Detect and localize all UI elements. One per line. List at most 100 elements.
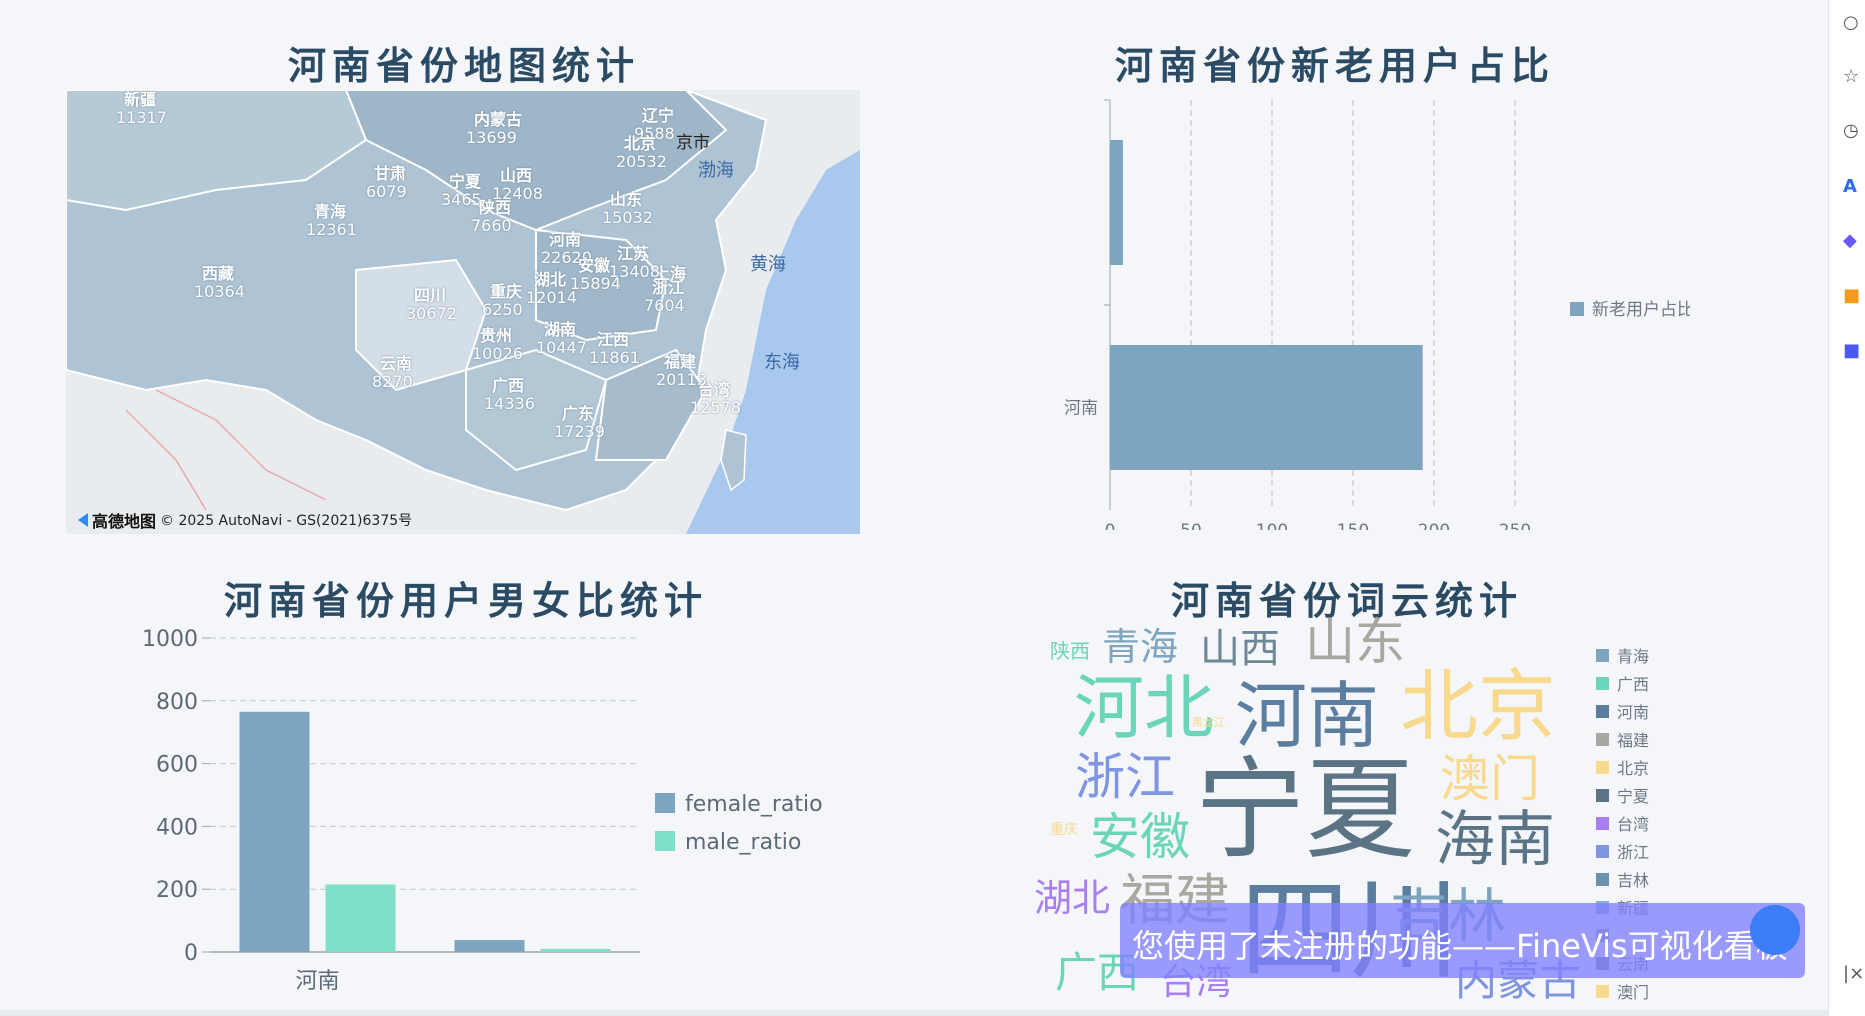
word-cloud-word: 海南 (1435, 805, 1555, 875)
map-province-label: 内蒙古 (474, 110, 523, 129)
legend-swatch (1596, 676, 1609, 690)
word-cloud-word: 青海 (1102, 625, 1179, 669)
bar (325, 884, 396, 952)
collapse-icon[interactable]: |× (1843, 963, 1865, 985)
x-tick-label: 50 (1180, 521, 1202, 530)
legend-item[interactable]: 广西 (1596, 673, 1650, 694)
legend-swatch (655, 793, 675, 813)
sea-label-donghai: 东海 (764, 352, 800, 373)
map-province-label: 江苏 (617, 244, 650, 263)
map-province-value: 12408 (492, 184, 543, 203)
bar (1110, 345, 1423, 470)
map-province-value: 12578 (690, 398, 741, 417)
browser-side-toolbar: ○ ☆ ◷ A ◆ ■ ■ |× (1828, 0, 1865, 1016)
map-province-value: 15032 (602, 208, 653, 227)
word-cloud-word: 山东 (1305, 613, 1405, 671)
legend-item[interactable]: 吉林 (1596, 869, 1649, 890)
word-cloud-word: 安徽 (1090, 808, 1190, 866)
legend-label: 广西 (1617, 675, 1650, 694)
x-tick-label: 0 (1105, 521, 1116, 530)
x-tick-label: 河南 (295, 969, 339, 994)
search-icon[interactable]: ○ (1843, 12, 1865, 34)
word-cloud-word: 陕西 (1050, 639, 1090, 663)
word-cloud-word: 山西 (1200, 626, 1280, 672)
legend-label: 澳门 (1617, 983, 1650, 1002)
x-tick-label: 100 (1256, 521, 1288, 530)
map-province-label: 安徽 (578, 256, 611, 275)
history-icon[interactable]: ◷ (1843, 120, 1865, 142)
legend-label: 北京 (1617, 759, 1650, 778)
legend-item[interactable]: 宁夏 (1596, 785, 1650, 806)
legend-swatch (1570, 302, 1584, 316)
legend-item[interactable]: 台湾 (1596, 813, 1650, 834)
legend-item[interactable]: 福建 (1596, 729, 1649, 750)
banner-text: 您使用了未注册的功能——FineVis可视化看板 (1132, 927, 1788, 965)
sea-label-bohai: 渤海 (698, 160, 734, 181)
legend-label: 宁夏 (1617, 787, 1650, 806)
amap-logo-text: 高德地图 (92, 512, 157, 531)
map-province-value: 3465 (441, 190, 482, 209)
word-cloud-word: 宁夏 (1195, 746, 1415, 874)
map-province-label: 重庆 (490, 282, 523, 301)
word-cloud-word: 河北 (1074, 667, 1214, 749)
legend-label: 河南 (1617, 703, 1650, 722)
horizontal-scrollbar[interactable] (0, 1010, 1828, 1016)
bar (239, 711, 310, 952)
legend-swatch (1596, 844, 1609, 858)
bar (540, 948, 611, 952)
legend-label: 浙江 (1617, 843, 1650, 862)
map-province-value: 14336 (484, 394, 535, 413)
map-province-label: 辽宁 (642, 106, 675, 125)
legend-item[interactable]: 浙江 (1596, 841, 1650, 862)
map-province-label: 福建 (664, 352, 697, 371)
map-province-label: 青海 (314, 202, 347, 221)
legend-label: 青海 (1617, 647, 1650, 666)
map-province-label: 四川 (414, 286, 447, 305)
province-map[interactable]: 新疆 11317 内蒙古 13699 辽宁 9588 北京 20532 甘肃 6079 宁夏 3465… (66, 90, 860, 534)
bar (1110, 140, 1123, 265)
unregistered-feature-banner[interactable]: 您使用了未注册的功能——FineVis可视化看板 (1120, 903, 1805, 978)
word-cloud-word: 北京 (1400, 662, 1557, 752)
y-tick-label: 400 (156, 815, 198, 840)
map-province-value: 6250 (482, 300, 523, 319)
banner-badge-icon[interactable] (1750, 905, 1800, 955)
game-icon[interactable]: ◆ (1843, 230, 1865, 252)
ai-icon[interactable]: A (1843, 176, 1865, 198)
map-province-value: 11317 (116, 108, 167, 127)
map-province-value: 15894 (570, 274, 621, 293)
x-tick-label: 200 (1418, 521, 1450, 530)
legend-item[interactable]: 澳门 (1596, 981, 1650, 1002)
map-province-label: 广东 (562, 404, 595, 423)
map-province-label: 湖北 (534, 270, 567, 289)
map-province-label: 上海 (654, 264, 687, 283)
y-tick-label: 1000 (142, 627, 198, 652)
new-old-title: 河南省份新老用户占比 (1115, 44, 1556, 88)
star-icon[interactable]: ☆ (1843, 66, 1865, 88)
y-tick-label: 河南 (1064, 399, 1098, 419)
map-province-label: 北京 (624, 134, 657, 153)
y-tick-label: 0 (184, 941, 198, 966)
legend-swatch (1596, 984, 1609, 998)
word-cloud-word: 重庆 (1050, 822, 1078, 838)
map-province-value: 12014 (526, 288, 577, 307)
legend-item[interactable]: 青海 (1596, 645, 1650, 666)
map-province-label: 西藏 (202, 264, 235, 283)
map-province-label: 甘肃 (374, 164, 407, 183)
word-cloud-word: 河南 (1235, 674, 1380, 758)
word-cloud-word: 湖北 (1034, 876, 1111, 920)
sea-label-huanghai: 黄海 (750, 254, 786, 275)
legend-swatch (1596, 872, 1609, 886)
map-province-label: 湖南 (544, 320, 577, 339)
legend-label: 台湾 (1617, 815, 1650, 834)
y-tick-label: 200 (156, 878, 198, 903)
map-basemap (66, 90, 860, 534)
toolbox-icon[interactable]: ■ (1843, 285, 1865, 307)
map-copyright: © 2025 AutoNavi - GS(2021)6375号 (160, 513, 413, 529)
legend-item[interactable]: 北京 (1596, 757, 1650, 778)
translate-icon[interactable]: ■ (1843, 340, 1865, 362)
legend-item[interactable]: 河南 (1596, 701, 1650, 722)
map-province-value: 10447 (536, 338, 587, 357)
gender-bar-chart: 0 200 400 600 800 1000 河南 female_ratio male_rati… (142, 627, 823, 994)
capital-label: 京市 (676, 133, 710, 153)
legend-label: male_ratio (685, 830, 801, 855)
